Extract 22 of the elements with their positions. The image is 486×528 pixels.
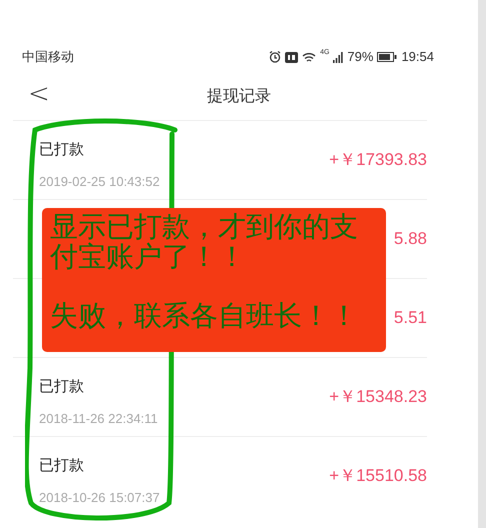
record-status: 已打款 (39, 456, 84, 476)
page-title: 提现记录 (207, 87, 271, 107)
carrier-name: 中国移动 (22, 48, 74, 66)
wifi-icon (302, 52, 316, 62)
record-status: 已打款 (39, 377, 84, 397)
record-date: 2019-02-25 10:43:52 (39, 173, 160, 191)
record-amount: +￥17393.83 (329, 149, 427, 171)
record-status: 已打款 (39, 140, 84, 160)
record-amount: 5.88 (394, 228, 427, 250)
record-date: 2018-11-26 22:34:11 (39, 410, 158, 428)
signal-icon (333, 52, 344, 62)
battery-icon (377, 52, 398, 62)
clock-time: 19:54 (401, 48, 434, 66)
battery-percent: 79% (347, 48, 374, 66)
back-button[interactable]: < (28, 78, 50, 110)
record-amount: +￥15510.58 (329, 465, 427, 487)
annotation-text: 失败，联系各自班长！！ (50, 301, 359, 331)
alarm-icon (269, 51, 282, 63)
annotation-text: 显示已打款，才到你的支付宝账户了！！ (50, 212, 359, 272)
record-date: 2018-10-26 15:07:37 (39, 489, 160, 507)
record-amount: +￥15348.23 (329, 386, 427, 408)
record-amount: 5.51 (394, 307, 427, 329)
